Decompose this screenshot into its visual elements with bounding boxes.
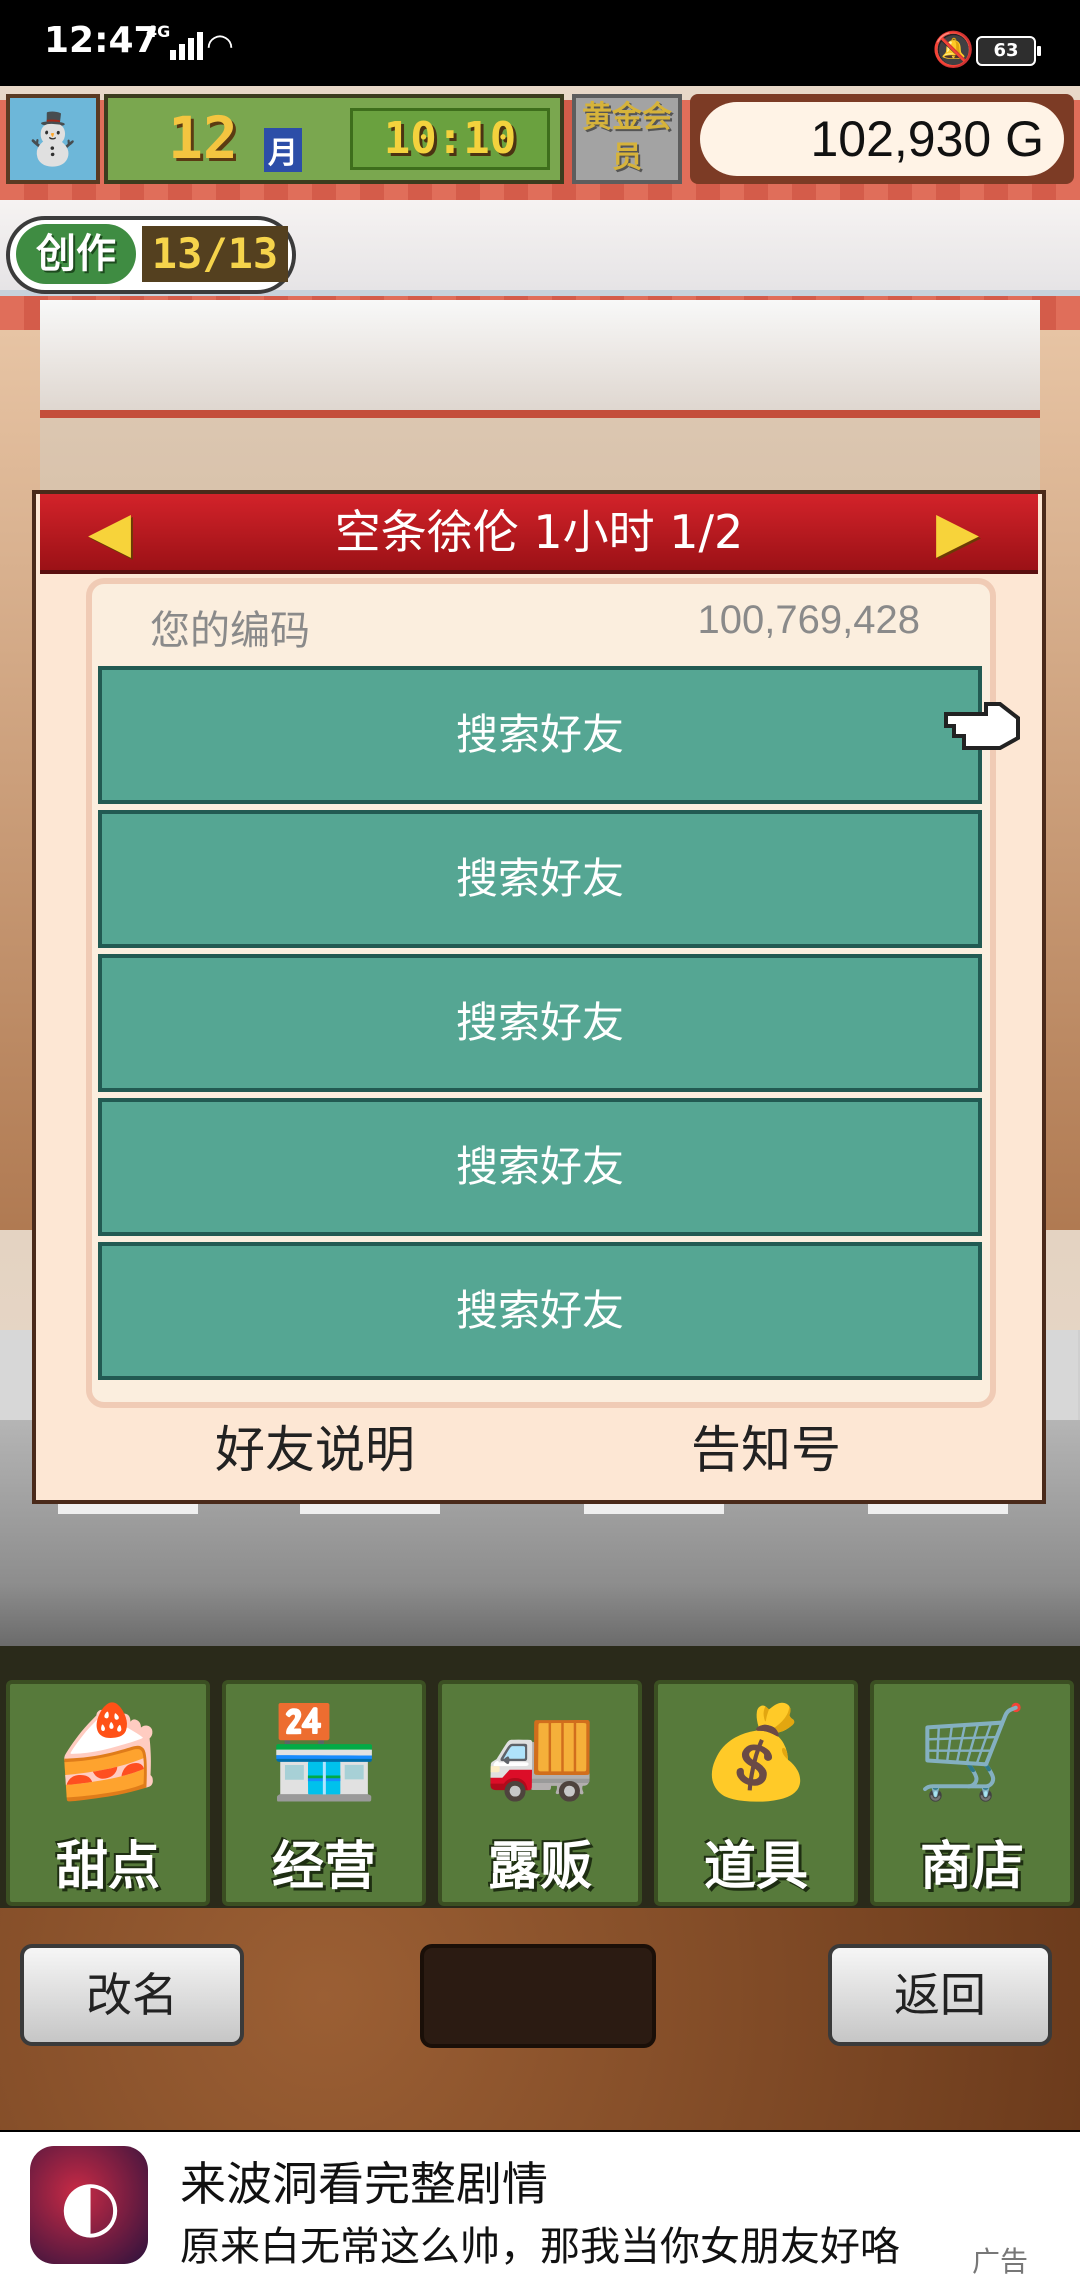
shop-building-icon: 🏪	[267, 1700, 381, 1805]
food-truck-icon: 🚚	[483, 1700, 597, 1805]
shop-wall-right	[1040, 330, 1080, 1230]
create-label: 创作	[16, 224, 136, 284]
friend-help-button[interactable]: 好友说明	[170, 1410, 460, 1482]
your-code-label: 您的编码	[150, 608, 310, 654]
battery-icon: 63	[976, 36, 1041, 66]
search-friend-button[interactable]: 搜索好友	[98, 954, 982, 1092]
dialog-title: 空条徐伦 1小时 1/2	[334, 505, 744, 559]
menu-dessert-label: 甜点	[55, 1837, 160, 1897]
menu-stall-label: 露贩	[487, 1837, 592, 1897]
money-value: 102,930 G	[810, 111, 1044, 167]
search-friend-button[interactable]: 搜索好友	[98, 1242, 982, 1380]
cake-icon: 🍰	[51, 1700, 165, 1805]
search-friend-button[interactable]: 搜索好友	[98, 666, 982, 804]
ad-title: 来波洞看完整剧情	[180, 2157, 548, 2211]
item-bag-icon: 💰	[699, 1700, 813, 1805]
back-button[interactable]: 返回	[828, 1944, 1052, 2046]
status-bar: 12:47 4G ◠ 🔕 63	[0, 0, 1080, 86]
ad-tag: 广告	[972, 2245, 1029, 2278]
ad-subtitle: 原来白无常这么帅，那我当你女朋友好咯	[180, 2224, 900, 2270]
pointing-hand-icon	[944, 702, 1020, 750]
mute-icon: 🔕	[932, 30, 975, 70]
menu-items-label: 道具	[703, 1837, 808, 1897]
search-friend-button[interactable]: 搜索好友	[98, 810, 982, 948]
center-slot	[420, 1944, 656, 2048]
shop-roof	[40, 300, 1040, 418]
month-number: 12	[168, 104, 238, 172]
player-avatar[interactable]: ⛄	[6, 94, 100, 184]
wifi-icon: ◠	[206, 26, 234, 64]
menu-store-label: 商店	[919, 1837, 1024, 1897]
network-type: 4G	[146, 22, 171, 41]
ad-logo-icon: ◐	[60, 2164, 122, 2246]
menu-manage-label: 经营	[271, 1837, 376, 1897]
create-count: 13/13	[142, 226, 288, 282]
prev-page-arrow-icon[interactable]: ◀	[88, 500, 131, 565]
game-clock: 10:10	[350, 108, 550, 170]
next-page-arrow-icon[interactable]: ▶	[936, 500, 979, 565]
notify-id-button[interactable]: 告知号	[636, 1410, 896, 1482]
signal-icon	[170, 32, 203, 60]
your-code-value: 100,769,428	[697, 598, 920, 642]
gold-member-badge[interactable]: 黄金会员	[572, 94, 682, 184]
shopping-cart-icon: 🛒	[915, 1700, 1029, 1805]
status-time: 12:47	[44, 20, 159, 61]
month-label: 月	[264, 128, 302, 172]
search-friend-button[interactable]: 搜索好友	[98, 1098, 982, 1236]
rename-button[interactable]: 改名	[20, 1944, 244, 2046]
